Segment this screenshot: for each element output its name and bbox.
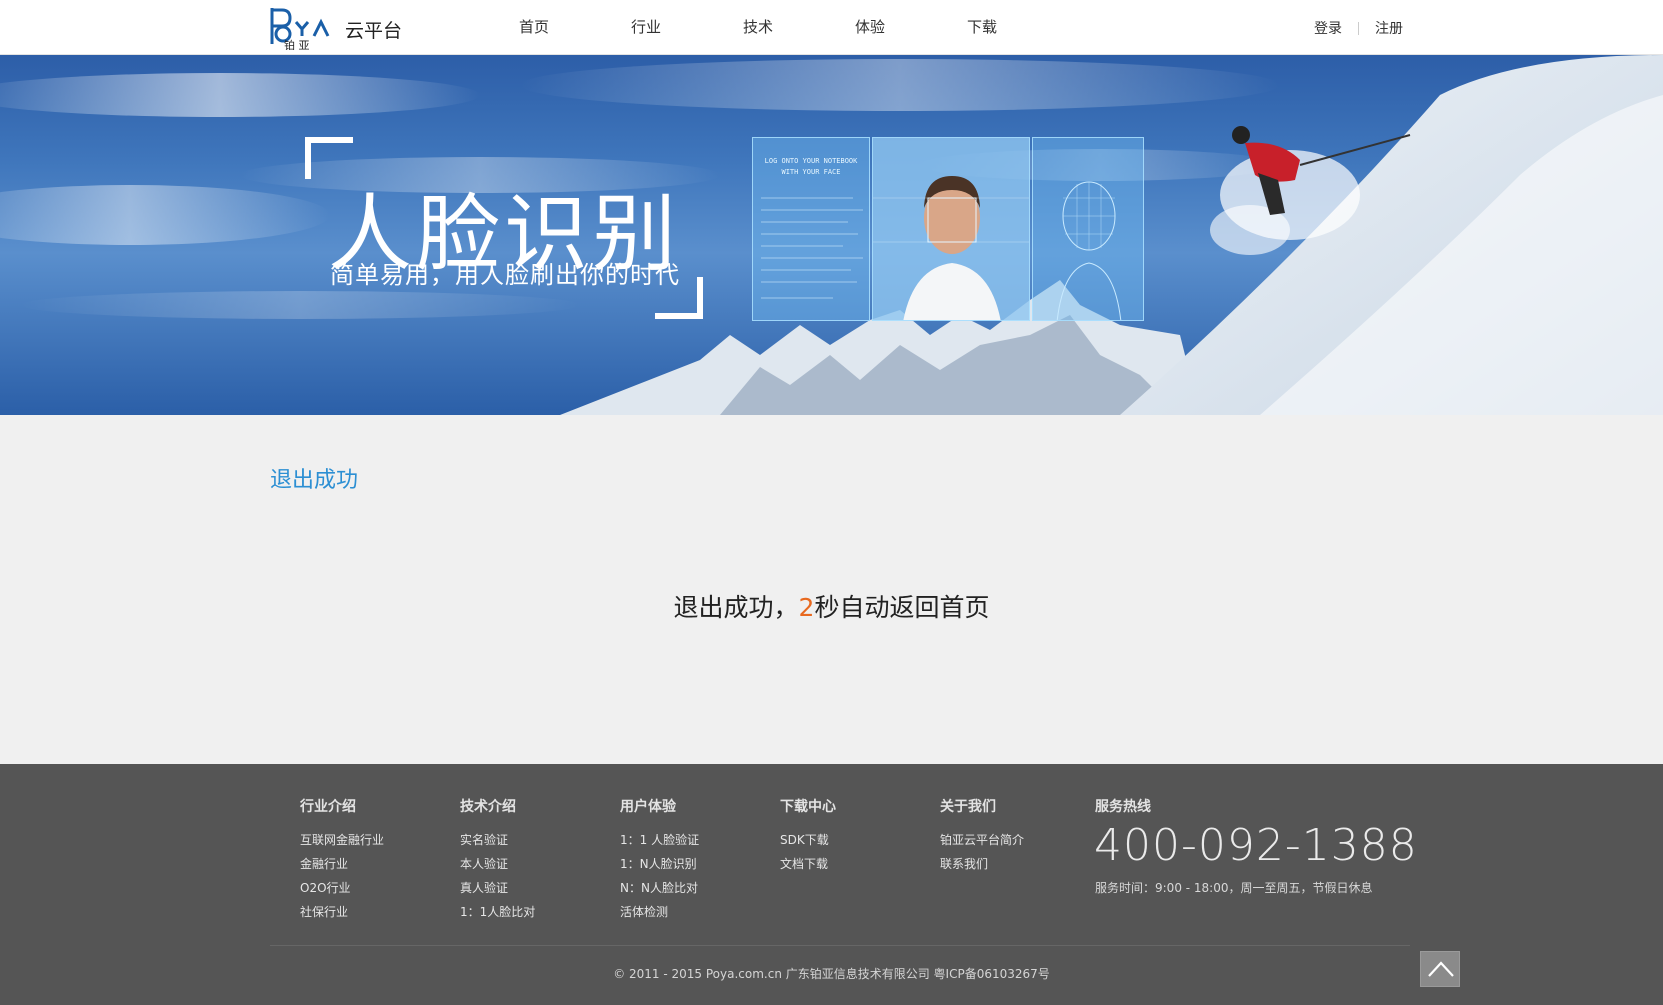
footer-link[interactable]: 社保行业 <box>300 900 384 924</box>
main-nav: 首页 行业 技术 体验 下载 <box>478 0 1038 55</box>
footer-col-industry: 行业介绍 互联网金融行业 金融行业 O2O行业 社保行业 <box>300 796 384 924</box>
footer-col-title: 用户体验 <box>620 799 676 815</box>
face-recognition-screens: LOG ONTO YOUR NOTEBOOK WITH YOUR FACE <box>752 137 1144 321</box>
banner-subtitle: 简单易用，用人脸刷出你的时代 <box>330 261 680 289</box>
message-suffix: 秒自动返回首页 <box>814 593 990 622</box>
footer-col-technology: 技术介绍 实名验证 本人验证 真人验证 1：1人脸比对 <box>460 796 535 924</box>
poya-logo[interactable]: 铂 亚 <box>268 6 332 50</box>
auth-divider <box>1358 21 1359 35</box>
footer-link[interactable]: 文档下载 <box>780 852 836 876</box>
face-portrait <box>873 138 1029 320</box>
hero-banner: 人脸识别 简单易用，用人脸刷出你的时代 LOG ONTO YOUR NOTEBO… <box>0 55 1663 415</box>
footer-link[interactable]: 1：1人脸比对 <box>460 900 535 924</box>
nav-experience[interactable]: 体验 <box>814 0 926 55</box>
hotline-hours: 服务时间：9:00 - 18:00，周一至周五，节假日休息 <box>1095 881 1373 895</box>
footer-link[interactable]: 金融行业 <box>300 852 384 876</box>
hotline-title: 服务热线 <box>1095 799 1151 815</box>
copyright-text: © 2011 - 2015 Poya.com.cn 广东铂亚信息技术有限公司 粤… <box>613 967 1050 981</box>
message-prefix: 退出成功， <box>673 593 799 622</box>
footer-col-experience: 用户体验 1：1 人脸验证 1：N人脸识别 N：N人脸比对 活体检测 <box>620 796 699 924</box>
footer-link[interactable]: SDK下载 <box>780 828 836 852</box>
back-to-top-arrow-icon <box>1428 961 1454 977</box>
top-header: 铂 亚 云平台 首页 行业 技术 体验 下载 登录 注册 <box>0 0 1663 55</box>
screen-panel-face <box>872 137 1030 321</box>
footer-col-download: 下载中心 SDK下载 文档下载 <box>780 796 836 876</box>
footer-link[interactable]: 真人验证 <box>460 876 535 900</box>
screen-lines <box>761 197 863 299</box>
register-link[interactable]: 注册 <box>1375 18 1403 38</box>
login-link[interactable]: 登录 <box>1314 18 1342 38</box>
footer-link[interactable]: N：N人脸比对 <box>620 876 699 900</box>
nav-technology[interactable]: 技术 <box>702 0 814 55</box>
face-mesh <box>1056 181 1122 320</box>
nav-download[interactable]: 下载 <box>926 0 1038 55</box>
page-title: 退出成功 <box>270 468 359 493</box>
footer-divider <box>270 945 1410 946</box>
footer-link[interactable]: O2O行业 <box>300 876 384 900</box>
auth-links: 登录 注册 <box>1314 18 1403 38</box>
site-footer: 行业介绍 互联网金融行业 金融行业 O2O行业 社保行业 技术介绍 实名验证 本… <box>0 764 1663 1005</box>
hotline-number: 400-092-1388 <box>1094 820 1418 871</box>
screen-panel-mesh <box>1032 137 1144 321</box>
logout-message: 退出成功，2秒自动返回首页 <box>0 588 1663 624</box>
footer-col-title: 行业介绍 <box>300 799 356 815</box>
footer-link[interactable]: 1：N人脸识别 <box>620 852 699 876</box>
footer-link[interactable]: 互联网金融行业 <box>300 828 384 852</box>
title-bracket-right <box>655 277 703 319</box>
nav-home[interactable]: 首页 <box>478 0 590 55</box>
footer-link[interactable]: 本人验证 <box>460 852 535 876</box>
countdown-seconds: 2 <box>798 593 815 622</box>
footer-col-title: 技术介绍 <box>460 799 516 815</box>
footer-link[interactable]: 实名验证 <box>460 828 535 852</box>
back-to-top-button[interactable] <box>1420 951 1460 987</box>
footer-link[interactable]: 活体检测 <box>620 900 699 924</box>
screen-panel-left: LOG ONTO YOUR NOTEBOOK WITH YOUR FACE <box>752 137 870 321</box>
footer-link[interactable]: 铂亚云平台简介 <box>940 828 1024 852</box>
logo-sub-text: 铂 亚 <box>284 38 310 50</box>
footer-col-about: 关于我们 铂亚云平台简介 联系我们 <box>940 796 1024 876</box>
nav-industry[interactable]: 行业 <box>590 0 702 55</box>
footer-link[interactable]: 联系我们 <box>940 852 1024 876</box>
footer-col-title: 下载中心 <box>780 799 836 815</box>
brand-title: 云平台 <box>345 20 403 42</box>
footer-col-title: 关于我们 <box>940 799 996 815</box>
footer-link[interactable]: 1：1 人脸验证 <box>620 828 699 852</box>
